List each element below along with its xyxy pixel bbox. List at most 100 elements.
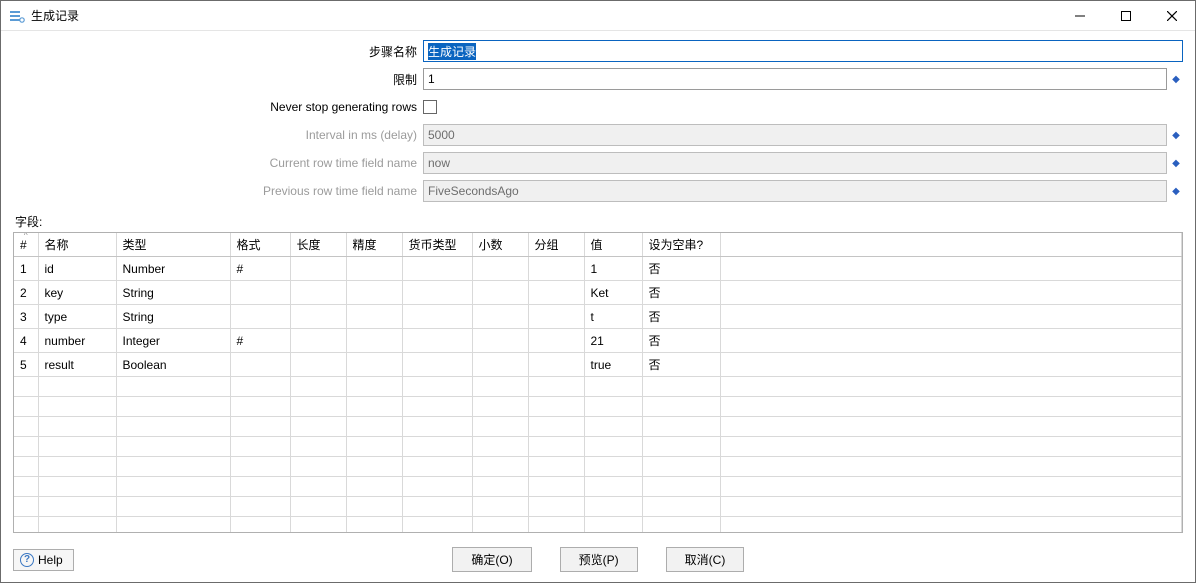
never-stop-checkbox[interactable]: [423, 100, 437, 114]
table-row-empty[interactable]: [14, 497, 1182, 517]
cell-precision[interactable]: [346, 353, 402, 377]
cell-length[interactable]: [290, 281, 346, 305]
col-setempty[interactable]: 设为空串?: [642, 233, 720, 257]
cell-name[interactable]: id: [38, 257, 116, 281]
col-type[interactable]: 类型: [116, 233, 230, 257]
cell-name[interactable]: key: [38, 281, 116, 305]
col-format[interactable]: 格式: [230, 233, 290, 257]
cell-decimal[interactable]: [472, 329, 528, 353]
cell-setempty[interactable]: 否: [642, 257, 720, 281]
cell-setempty[interactable]: 否: [642, 305, 720, 329]
table-row[interactable]: 1idNumber#1否: [14, 257, 1182, 281]
cell-type[interactable]: Integer: [116, 329, 230, 353]
cell-group[interactable]: [528, 281, 584, 305]
ok-button[interactable]: 确定(O): [452, 547, 531, 572]
cell-length[interactable]: [290, 305, 346, 329]
cell-value[interactable]: Ket: [584, 281, 642, 305]
col-length[interactable]: 长度: [290, 233, 346, 257]
previous-row-time-label: Previous row time field name: [13, 184, 423, 198]
table-row[interactable]: 4numberInteger#21否: [14, 329, 1182, 353]
cell-currency[interactable]: [402, 257, 472, 281]
cell-decimal[interactable]: [472, 257, 528, 281]
table-row-empty[interactable]: [14, 517, 1182, 534]
cell-name[interactable]: result: [38, 353, 116, 377]
table-row-empty[interactable]: [14, 457, 1182, 477]
cell-setempty[interactable]: 否: [642, 329, 720, 353]
limit-input[interactable]: [423, 68, 1167, 90]
cell-currency[interactable]: [402, 281, 472, 305]
cell-value[interactable]: true: [584, 353, 642, 377]
cell-decimal[interactable]: [472, 305, 528, 329]
cell-precision[interactable]: [346, 305, 402, 329]
table-row-empty[interactable]: [14, 477, 1182, 497]
step-name-label: 步骤名称: [13, 43, 423, 60]
cell-precision[interactable]: [346, 257, 402, 281]
cell-filler: [720, 257, 1182, 281]
interval-variable-icon[interactable]: ◆: [1169, 124, 1183, 146]
close-button[interactable]: [1149, 1, 1195, 30]
cell-setempty[interactable]: 否: [642, 281, 720, 305]
cell-format[interactable]: [230, 281, 290, 305]
table-row-empty[interactable]: [14, 397, 1182, 417]
cell-length[interactable]: [290, 329, 346, 353]
maximize-button[interactable]: [1103, 1, 1149, 30]
cell-name[interactable]: type: [38, 305, 116, 329]
col-index[interactable]: ^#: [14, 233, 38, 257]
cell-length[interactable]: [290, 353, 346, 377]
cell-currency[interactable]: [402, 305, 472, 329]
table-row-empty[interactable]: [14, 417, 1182, 437]
cell-precision[interactable]: [346, 329, 402, 353]
table-row[interactable]: 2keyStringKet否: [14, 281, 1182, 305]
cancel-button[interactable]: 取消(C): [666, 547, 745, 572]
cell-group[interactable]: [528, 257, 584, 281]
cell-type[interactable]: Number: [116, 257, 230, 281]
fields-grid[interactable]: ^# 名称 类型 格式 长度 精度 货币类型 小数 分组 值 设为空串? 1id…: [13, 232, 1183, 533]
cell-currency[interactable]: [402, 353, 472, 377]
cell-decimal[interactable]: [472, 281, 528, 305]
col-decimal[interactable]: 小数: [472, 233, 528, 257]
cell-type[interactable]: Boolean: [116, 353, 230, 377]
cell-type[interactable]: String: [116, 281, 230, 305]
cell-group[interactable]: [528, 329, 584, 353]
interval-label: Interval in ms (delay): [13, 128, 423, 142]
cell-group[interactable]: [528, 353, 584, 377]
grid-header-row: ^# 名称 类型 格式 长度 精度 货币类型 小数 分组 值 设为空串?: [14, 233, 1182, 257]
cell-group[interactable]: [528, 305, 584, 329]
table-row-empty[interactable]: [14, 377, 1182, 397]
cell-format[interactable]: #: [230, 329, 290, 353]
table-row[interactable]: 5resultBoolean true否: [14, 353, 1182, 377]
previous-row-time-variable-icon[interactable]: ◆: [1169, 180, 1183, 202]
cell-currency[interactable]: [402, 329, 472, 353]
window-title: 生成记录: [31, 7, 79, 24]
cell-type[interactable]: String: [116, 305, 230, 329]
cell-value[interactable]: 1: [584, 257, 642, 281]
cell-index: 3: [14, 305, 38, 329]
cell-value[interactable]: 21: [584, 329, 642, 353]
cell-format[interactable]: [230, 353, 290, 377]
cell-setempty[interactable]: 否: [642, 353, 720, 377]
help-button[interactable]: ? Help: [13, 549, 74, 571]
cell-format[interactable]: #: [230, 257, 290, 281]
cell-value[interactable]: t: [584, 305, 642, 329]
never-stop-label: Never stop generating rows: [13, 100, 423, 114]
col-group[interactable]: 分组: [528, 233, 584, 257]
cell-format[interactable]: [230, 305, 290, 329]
cell-index: 1: [14, 257, 38, 281]
cell-index: 5: [14, 353, 38, 377]
step-name-input[interactable]: [423, 40, 1183, 62]
minimize-button[interactable]: [1057, 1, 1103, 30]
cell-filler: [720, 353, 1182, 377]
cell-length[interactable]: [290, 257, 346, 281]
col-precision[interactable]: 精度: [346, 233, 402, 257]
col-name[interactable]: 名称: [38, 233, 116, 257]
table-row[interactable]: 3typeString t否: [14, 305, 1182, 329]
cell-decimal[interactable]: [472, 353, 528, 377]
col-currency[interactable]: 货币类型: [402, 233, 472, 257]
col-value[interactable]: 值: [584, 233, 642, 257]
preview-button[interactable]: 预览(P): [560, 547, 638, 572]
cell-name[interactable]: number: [38, 329, 116, 353]
table-row-empty[interactable]: [14, 437, 1182, 457]
cell-precision[interactable]: [346, 281, 402, 305]
current-row-time-variable-icon[interactable]: ◆: [1169, 152, 1183, 174]
limit-variable-icon[interactable]: ◆: [1169, 68, 1183, 90]
